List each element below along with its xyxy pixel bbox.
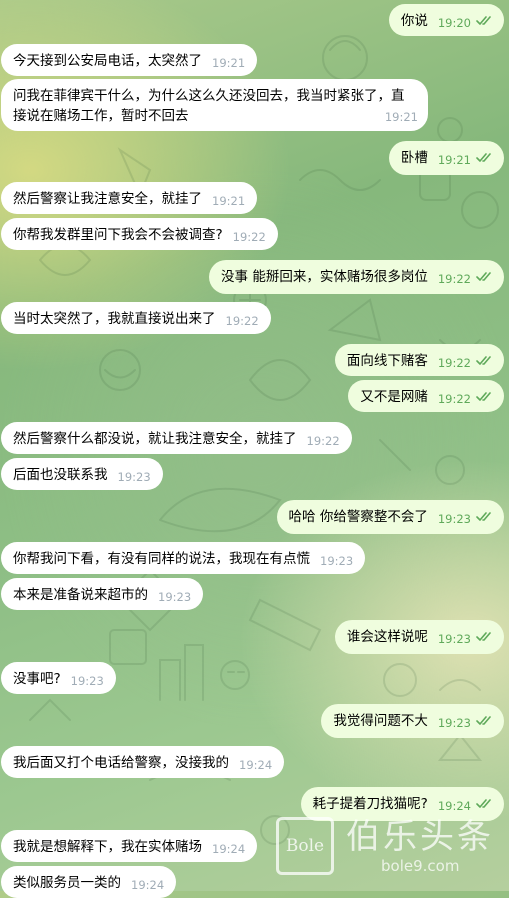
double-check-icon xyxy=(476,799,491,808)
message-time: 19:24 xyxy=(131,878,165,892)
message-time: 19:23 xyxy=(437,512,471,526)
message-time: 19:24 xyxy=(437,799,471,813)
outgoing-message[interactable]: 卧槽 19:21 xyxy=(388,141,504,175)
message-text: 你帮我问下看，有没有同样的说法，我现在有点慌 xyxy=(13,551,310,567)
message-time: 19:21 xyxy=(212,56,246,70)
outgoing-message[interactable]: 面向线下赌客 19:22 xyxy=(334,344,504,376)
double-check-icon xyxy=(476,16,491,25)
message-time: 19:23 xyxy=(117,470,151,484)
double-check-icon xyxy=(476,512,491,521)
message-text: 面向线下赌客 xyxy=(346,353,428,369)
message-text: 耗子提着刀找猫呢? xyxy=(312,796,428,812)
message-time: 19:22 xyxy=(437,356,471,370)
watermark-url: bole9.com xyxy=(381,857,460,875)
message-time: 19:24 xyxy=(212,842,246,856)
double-check-icon xyxy=(476,153,491,162)
incoming-message[interactable]: 今天接到公安局电话，太突然了 19:21 xyxy=(1,44,258,76)
incoming-message[interactable]: 然后警察什么都没说，就让我注意安全，就挂了 19:22 xyxy=(1,422,352,454)
message-time: 19:21 xyxy=(437,153,471,167)
message-time: 19:23 xyxy=(437,716,471,730)
message-time: 19:20 xyxy=(437,16,471,30)
outgoing-message[interactable]: 谁会这样说呢 19:23 xyxy=(334,620,504,654)
message-time: 19:22 xyxy=(306,434,340,448)
incoming-message[interactable]: 当时太突然了，我就直接说出来了 19:22 xyxy=(1,302,271,334)
outgoing-message[interactable]: 你说 19:20 xyxy=(388,4,504,36)
message-time: 19:23 xyxy=(158,590,192,604)
outgoing-message[interactable]: 耗子提着刀找猫呢? 19:24 xyxy=(300,787,504,821)
watermark-logo: Bole xyxy=(276,817,334,875)
message-text: 本来是准备说来超市的 xyxy=(13,587,148,603)
message-text: 谁会这样说呢 xyxy=(346,629,428,645)
double-check-icon xyxy=(476,356,491,365)
incoming-message[interactable]: 我后面又打个电话给警察，没接我的 19:24 xyxy=(1,746,285,778)
outgoing-message[interactable]: 没事 能掰回来，实体赌场很多岗位 19:22 xyxy=(209,260,504,294)
message-text: 你说 xyxy=(400,13,428,29)
message-text: 今天接到公安局电话，太突然了 xyxy=(13,53,202,69)
message-time: 19:23 xyxy=(70,674,104,688)
message-text: 后面也没联系我 xyxy=(13,467,108,483)
message-time: 19:23 xyxy=(320,554,354,568)
message-text: 我觉得问题不大 xyxy=(333,713,428,729)
incoming-message[interactable]: 类似服务员一类的 19:24 xyxy=(1,866,177,898)
message-time: 19:21 xyxy=(384,110,418,124)
watermark: Bole 伯乐头条 bole9.com xyxy=(276,817,501,877)
incoming-message[interactable]: 没事吧? 19:23 xyxy=(1,662,116,694)
message-time: 19:23 xyxy=(437,632,471,646)
message-text: 我就是想解释下，我在实体赌场 xyxy=(13,839,202,855)
outgoing-message[interactable]: 哈哈 你给警察整不会了 19:23 xyxy=(276,500,504,534)
message-time: 19:22 xyxy=(437,272,471,286)
double-check-icon xyxy=(476,632,491,641)
watermark-name: 伯乐头条 xyxy=(346,817,494,857)
message-time: 19:22 xyxy=(437,392,471,406)
message-text: 类似服务员一类的 xyxy=(13,875,121,891)
incoming-message[interactable]: 然后警察让我注意安全，就挂了 19:21 xyxy=(1,182,258,214)
incoming-message[interactable]: 本来是准备说来超市的 19:23 xyxy=(1,578,204,610)
message-time: 19:22 xyxy=(225,314,259,328)
message-text: 问我在菲律宾干什么，为什么这么久还没回去，我当时紧张了，直接说在赌场工作，暂时不… xyxy=(13,88,405,124)
incoming-message[interactable]: 后面也没联系我 19:23 xyxy=(1,458,163,490)
message-text: 我后面又打个电话给警察，没接我的 xyxy=(13,755,229,771)
message-text: 没事吧? xyxy=(13,671,61,687)
message-text: 你帮我发群里问下我会不会被调查? xyxy=(13,227,223,243)
incoming-message[interactable]: 你帮我发群里问下我会不会被调查? 19:22 xyxy=(1,218,278,250)
incoming-message[interactable]: 你帮我问下看，有没有同样的说法，我现在有点慌 19:23 xyxy=(1,542,366,574)
outgoing-message[interactable]: 我觉得问题不大 19:23 xyxy=(321,704,504,738)
message-text: 哈哈 你给警察整不会了 xyxy=(288,509,428,525)
message-text: 然后警察让我注意安全，就挂了 xyxy=(13,191,202,207)
double-check-icon xyxy=(476,716,491,725)
message-text: 然后警察什么都没说，就让我注意安全，就挂了 xyxy=(13,431,297,447)
message-text: 卧槽 xyxy=(400,150,428,166)
message-time: 19:21 xyxy=(212,194,246,208)
message-text: 又不是网赌 xyxy=(360,389,428,405)
outgoing-message[interactable]: 又不是网赌 19:22 xyxy=(348,380,504,412)
message-time: 19:24 xyxy=(239,758,273,772)
double-check-icon xyxy=(476,272,491,281)
incoming-message[interactable]: 我就是想解释下，我在实体赌场 19:24 xyxy=(1,830,258,862)
incoming-message[interactable]: 问我在菲律宾干什么，为什么这么久还没回去，我当时紧张了，直接说在赌场工作，暂时不… xyxy=(1,79,428,131)
double-check-icon xyxy=(476,392,491,401)
message-text: 当时太突然了，我就直接说出来了 xyxy=(13,311,216,327)
message-text: 没事 能掰回来，实体赌场很多岗位 xyxy=(221,269,428,285)
message-time: 19:22 xyxy=(232,230,266,244)
